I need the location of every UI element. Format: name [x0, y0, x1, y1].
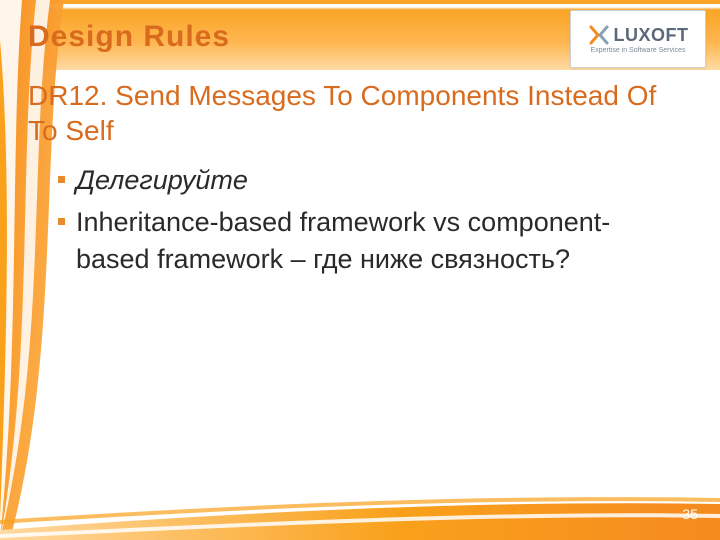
- slide-subtitle: DR12. Send Messages To Components Instea…: [28, 78, 680, 148]
- bullet-item: Делегируйте: [58, 162, 680, 198]
- logo-mark-icon: [588, 24, 610, 46]
- bullet-list: Делегируйте Inheritance-based framework …: [58, 162, 680, 283]
- footer-swoosh: [0, 494, 720, 540]
- slide: LUXOFT Expertise in Software Services De…: [0, 0, 720, 540]
- page-number: 35: [682, 506, 698, 522]
- logo-tagline: Expertise in Software Services: [591, 47, 686, 54]
- logo-row: LUXOFT: [588, 24, 689, 46]
- bullet-text: Делегируйте: [76, 165, 248, 195]
- bullet-text: Inheritance-based framework vs component…: [76, 207, 610, 273]
- logo-frame: LUXOFT Expertise in Software Services: [570, 10, 706, 68]
- logo-text: LUXOFT: [614, 25, 689, 46]
- bullet-item: Inheritance-based framework vs component…: [58, 204, 680, 277]
- slide-title: Design Rules: [28, 20, 230, 54]
